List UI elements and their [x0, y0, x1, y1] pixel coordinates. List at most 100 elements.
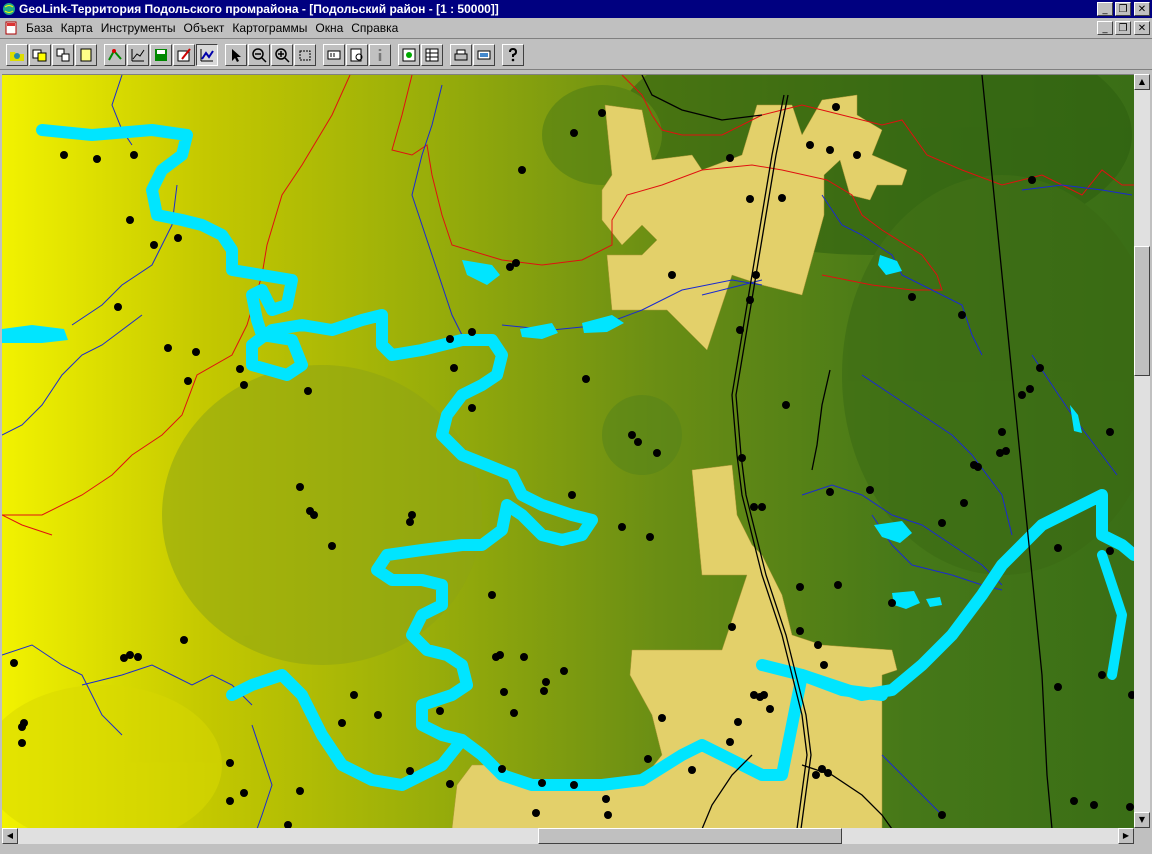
well-point[interactable]: [824, 769, 832, 777]
well-point[interactable]: [18, 739, 26, 747]
well-point[interactable]: [500, 688, 508, 696]
horizontal-scrollbar[interactable]: ◀ ▶: [2, 828, 1134, 844]
well-point[interactable]: [538, 779, 546, 787]
zoom-in-button[interactable]: [271, 43, 293, 66]
well-point[interactable]: [350, 691, 358, 699]
find-button[interactable]: [346, 43, 368, 66]
zoom-out-button[interactable]: [248, 43, 270, 66]
well-point[interactable]: [826, 146, 834, 154]
doc-restore-button[interactable]: ❐: [1115, 21, 1131, 35]
well-point[interactable]: [226, 759, 234, 767]
table-button[interactable]: [421, 43, 443, 66]
well-point[interactable]: [760, 691, 768, 699]
well-point[interactable]: [570, 781, 578, 789]
well-point[interactable]: [226, 797, 234, 805]
well-point[interactable]: [496, 651, 504, 659]
save-button[interactable]: [150, 43, 172, 66]
menu-baza[interactable]: База: [22, 21, 57, 35]
well-point[interactable]: [668, 271, 676, 279]
well-point[interactable]: [450, 364, 458, 372]
well-point[interactable]: [150, 241, 158, 249]
well-point[interactable]: [570, 129, 578, 137]
well-point[interactable]: [806, 141, 814, 149]
close-button[interactable]: ✕: [1134, 2, 1150, 16]
well-point[interactable]: [1002, 447, 1010, 455]
restore-button[interactable]: ❐: [1115, 2, 1131, 16]
well-point[interactable]: [568, 491, 576, 499]
well-point[interactable]: [540, 687, 548, 695]
vertical-scrollbar[interactable]: ▲ ▼: [1134, 74, 1150, 828]
well-point[interactable]: [436, 707, 444, 715]
well-point[interactable]: [938, 519, 946, 527]
copy-layer-button[interactable]: [29, 43, 51, 66]
add-object-button[interactable]: [398, 43, 420, 66]
well-point[interactable]: [782, 401, 790, 409]
horizontal-scroll-thumb[interactable]: [538, 828, 842, 844]
zoom-window-button[interactable]: [294, 43, 316, 66]
well-point[interactable]: [120, 654, 128, 662]
map-canvas[interactable]: [2, 75, 1134, 829]
well-point[interactable]: [734, 718, 742, 726]
scroll-right-button[interactable]: ▶: [1118, 828, 1134, 844]
well-point[interactable]: [866, 486, 874, 494]
select-arrow-button[interactable]: [225, 43, 247, 66]
well-point[interactable]: [1126, 803, 1134, 811]
well-point[interactable]: [826, 488, 834, 496]
map-sheet-button[interactable]: [75, 43, 97, 66]
well-point[interactable]: [726, 738, 734, 746]
scroll-up-button[interactable]: ▲: [1134, 74, 1150, 90]
help-button[interactable]: [502, 43, 524, 66]
scroll-left-button[interactable]: ◀: [2, 828, 18, 844]
well-point[interactable]: [938, 811, 946, 819]
well-point[interactable]: [60, 151, 68, 159]
well-point[interactable]: [180, 636, 188, 644]
well-point[interactable]: [974, 463, 982, 471]
well-point[interactable]: [728, 623, 736, 631]
well-point[interactable]: [796, 583, 804, 591]
well-point[interactable]: [192, 348, 200, 356]
well-point[interactable]: [736, 326, 744, 334]
well-point[interactable]: [653, 449, 661, 457]
well-point[interactable]: [296, 787, 304, 795]
well-point[interactable]: [164, 344, 172, 352]
menu-okna[interactable]: Окна: [311, 21, 347, 35]
well-point[interactable]: [832, 103, 840, 111]
well-point[interactable]: [958, 311, 966, 319]
well-point[interactable]: [310, 511, 318, 519]
well-point[interactable]: [796, 627, 804, 635]
map-view[interactable]: [2, 74, 1134, 829]
well-point[interactable]: [304, 387, 312, 395]
scroll-down-button[interactable]: ▼: [1134, 812, 1150, 828]
well-point[interactable]: [598, 109, 606, 117]
legend-button[interactable]: [196, 43, 218, 66]
well-point[interactable]: [446, 780, 454, 788]
well-point[interactable]: [174, 234, 182, 242]
document-icon[interactable]: [4, 21, 18, 35]
minimize-button[interactable]: _: [1097, 2, 1113, 16]
well-point[interactable]: [750, 503, 758, 511]
well-point[interactable]: [532, 809, 540, 817]
well-point[interactable]: [446, 335, 454, 343]
well-point[interactable]: [628, 431, 636, 439]
well-point[interactable]: [1106, 428, 1114, 436]
well-point[interactable]: [20, 719, 28, 727]
well-point[interactable]: [1028, 176, 1036, 184]
vertical-scroll-thumb[interactable]: [1134, 246, 1150, 376]
well-point[interactable]: [834, 581, 842, 589]
well-point[interactable]: [338, 719, 346, 727]
well-point[interactable]: [766, 705, 774, 713]
well-point[interactable]: [1070, 797, 1078, 805]
well-point[interactable]: [853, 151, 861, 159]
well-point[interactable]: [236, 365, 244, 373]
export-button[interactable]: [473, 43, 495, 66]
well-point[interactable]: [468, 328, 476, 336]
table-edit-button[interactable]: [173, 43, 195, 66]
open-database-button[interactable]: [6, 43, 28, 66]
well-point[interactable]: [758, 503, 766, 511]
well-point[interactable]: [752, 271, 760, 279]
well-point[interactable]: [960, 499, 968, 507]
well-point[interactable]: [296, 483, 304, 491]
well-point[interactable]: [1106, 547, 1114, 555]
well-point[interactable]: [488, 591, 496, 599]
well-point[interactable]: [1026, 385, 1034, 393]
